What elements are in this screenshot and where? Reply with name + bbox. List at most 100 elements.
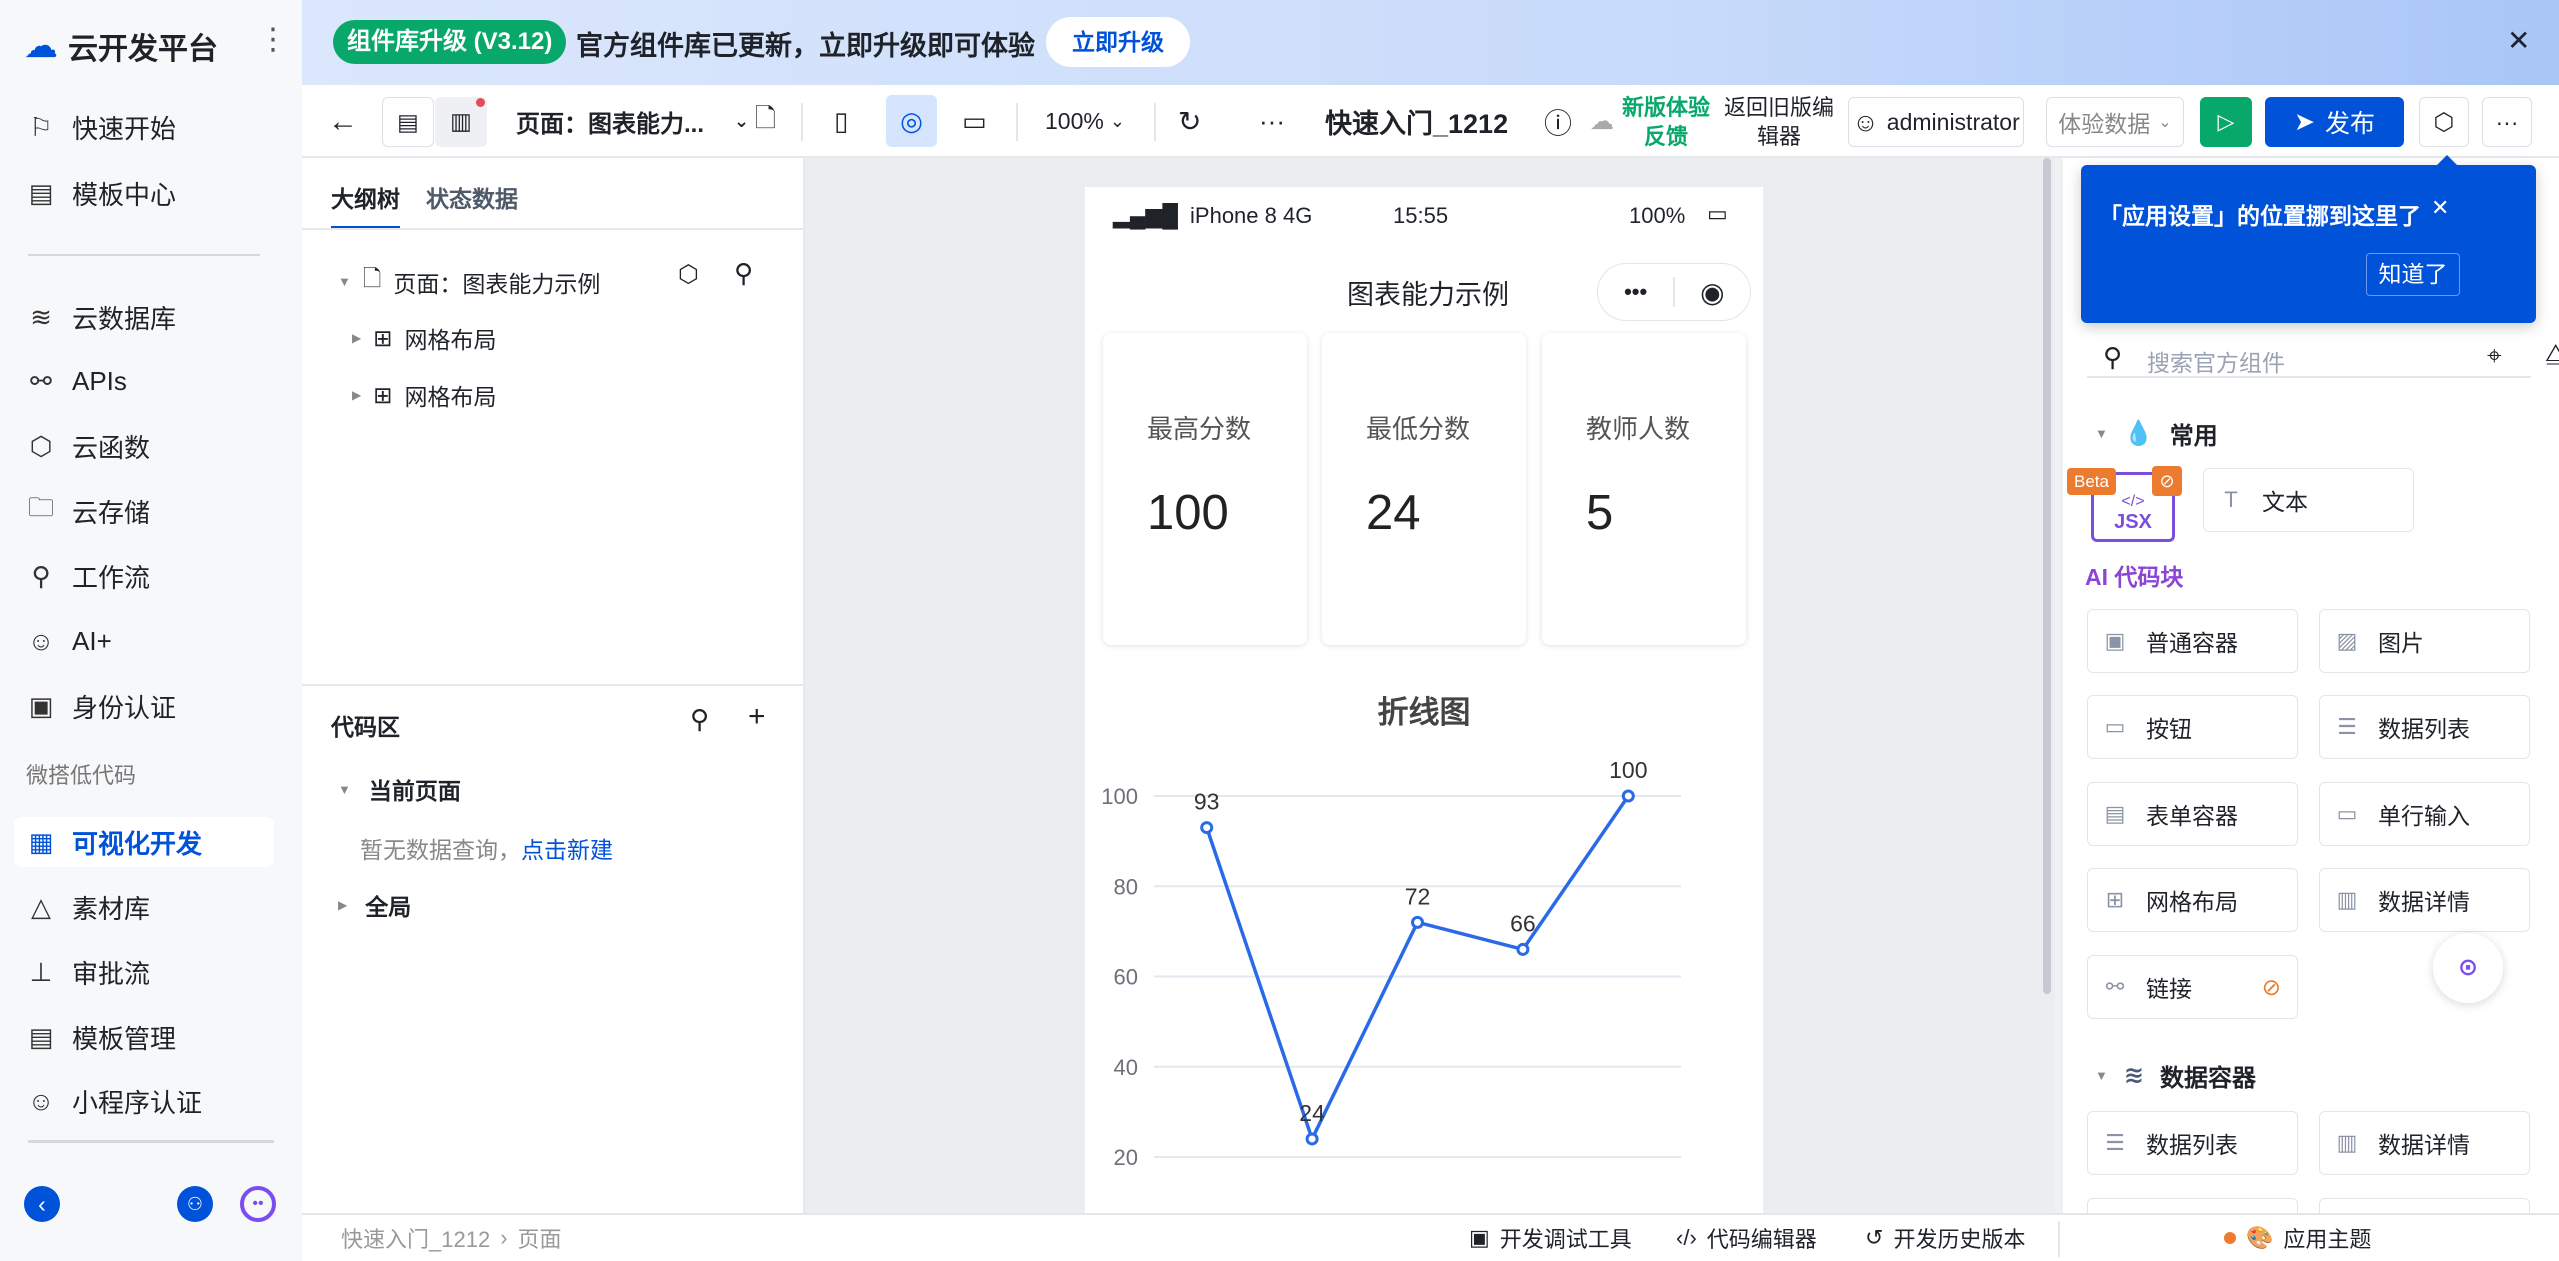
locate-icon[interactable]: ⌖ [2487,340,2502,372]
assistant-icon[interactable]: •• [240,1186,276,1222]
breadcrumb-page[interactable]: 页面 [518,1222,562,1254]
got-it-button[interactable]: 知道了 [2366,253,2460,296]
sidebar-item-template-mgmt[interactable]: ▤ 模板管理 [26,1012,176,1062]
more-icon[interactable]: ⋮ [258,22,288,57]
tree-node-grid[interactable]: ▶ ⊞ 网格布局 [352,378,497,412]
sidebar-item-visual-dev[interactable]: ▦ 可视化开发 [14,817,274,867]
add-icon[interactable]: + [748,700,766,734]
tree-node-grid[interactable]: ▶ ⊞ 网格布局 [352,321,497,355]
tree-node-page[interactable]: ▼ 🗋 页面：图表能力示例 [338,262,600,301]
component-item[interactable]: ☰ 数据列表 [2087,1111,2298,1175]
more-icon[interactable]: ··· [1259,85,1285,158]
sidebar-item-assets[interactable]: △ 素材库 [26,882,150,932]
component-item[interactable]: ▣ 普通容器 [2087,609,2298,673]
label: AI+ [72,625,112,656]
label: 代码编辑器 [1706,1227,1817,1252]
preview-play-button[interactable]: ▷ [2200,97,2252,147]
mobile-preview-icon[interactable]: ▯ [834,85,848,158]
more-dots-icon[interactable]: ••• [1598,279,1673,305]
user-menu[interactable]: ☺ administrator [1848,97,2024,147]
component-item[interactable]: ▭ 单行输入 [2319,782,2530,846]
caret-right-icon: ▶ [338,898,348,912]
component-item[interactable]: ▨ 图片 [2319,609,2530,673]
data-point [1305,1132,1319,1146]
search-icon[interactable]: ⚲ [690,704,709,735]
link-icon: ⚯ [30,365,52,396]
sidebar-item-workflow[interactable]: ⚲ 工作流 [26,551,150,601]
info-icon[interactable]: ⓘ [1544,85,1572,158]
sidebar-item-apis[interactable]: ⚯ APIs [26,356,127,406]
list-icon: ☰ [2337,714,2357,739]
sidebar-item-templates[interactable]: ▤ 模板中心 [26,168,176,218]
sidebar-item-auth[interactable]: ▣ 身份认证 [26,681,176,731]
component-item[interactable]: ▤ 表单容器 [2087,782,2298,846]
component-text[interactable]: T 文本 [2203,468,2414,532]
stat-label: 最高分数 [1147,414,1252,444]
sidebar-item-database[interactable]: ≋ 云数据库 [26,292,176,342]
component-item[interactable]: ▥ 数据详情 [2319,868,2530,932]
feedback-link[interactable]: 新版体验反馈 [1620,93,1712,151]
label: 可视化开发 [72,828,203,859]
group-common[interactable]: ▼ 💧 常用 [2095,416,2218,451]
data-env-select[interactable]: 体验数据 ⌄ [2046,97,2184,147]
shapes-icon[interactable]: ⧋ [2545,340,2559,368]
refresh-icon[interactable]: ↻ [1178,85,1201,158]
tab-state-data[interactable]: 状态数据 [426,180,518,214]
breadcrumb-app[interactable]: 快速入门_1212 [341,1222,490,1254]
publish-label: 发布 [2324,110,2375,138]
outline-view-icon[interactable]: ▤ [382,97,434,147]
label: 身份认证 [72,692,177,723]
app-theme-button[interactable]: 🎨 应用主题 [2224,1215,2371,1261]
old-editor-link[interactable]: 返回旧版编辑器 [1722,93,1836,151]
breadcrumb: 快速入门_1212 › 页面 [341,1215,562,1261]
component-item[interactable]: ⊞ 网格布局 [2087,868,2298,932]
sidebar-item-approval[interactable]: ⊥ 审批流 [26,947,150,997]
username: administrator [1886,108,2020,135]
user-icon[interactable]: ⚇ [177,1186,213,1222]
back-icon[interactable]: ← [328,85,358,158]
group-data-container[interactable]: ▼ ≋ 数据容器 [2095,1058,2256,1093]
component-item[interactable]: ⚯ 链接 ⊘ [2087,955,2298,1019]
code-current-page[interactable]: ▼ 当前页面 [338,772,461,806]
sidebar-item-miniprogram[interactable]: ☺ 小程序认证 [26,1076,202,1126]
app-settings-icon[interactable]: ⬡ [2419,97,2469,147]
zoom-value: 100% [1045,108,1104,134]
label: 模板中心 [72,179,177,210]
assistant-float-button[interactable]: ⊙ [2433,933,2503,1003]
component-search-input[interactable]: 搜索官方组件 [2147,344,2285,378]
add-page-icon[interactable]: 🗋 [755,85,776,158]
close-miniprogram-icon[interactable]: ◉ [1675,276,1750,309]
sidebar-item-functions[interactable]: ⬡ 云函数 [26,421,150,471]
tab-outline[interactable]: 大纲树 [331,180,400,229]
component-item[interactable]: ▥ 数据详情 [2319,1111,2530,1175]
code-editor-button[interactable]: ‹/› 代码编辑器 [1676,1215,1817,1261]
miniprogram-preview-icon[interactable]: ◎ [886,95,937,147]
scrollbar[interactable] [2043,158,2051,994]
desktop-preview-icon[interactable]: ▭ [962,85,987,158]
component-item[interactable]: ☰ 数据列表 [2319,695,2530,759]
label: 按钮 [2146,716,2192,742]
code-global[interactable]: ▶ 全局 [338,888,411,922]
zoom-selector[interactable]: 100% ⌄ [1045,85,1125,158]
label: 普通容器 [2146,630,2238,656]
brand[interactable]: ☁ 云开发平台 [24,24,218,68]
component-item[interactable]: ▭ 按钮 [2087,695,2298,759]
publish-button[interactable]: ➤ 发布 [2265,97,2404,147]
history-button[interactable]: ↺ 开发历史版本 [1865,1215,2025,1261]
close-banner-icon[interactable]: ✕ [2507,24,2530,57]
sidebar-item-storage[interactable]: 🗀 云存储 [26,486,150,536]
sidebar-item-ai[interactable]: ☺ AI+ [26,616,112,666]
upgrade-button[interactable]: 立即升级 [1046,17,1190,67]
label: APIs [72,365,127,396]
collapse-sidebar-button[interactable]: ‹ [24,1186,60,1222]
close-icon[interactable]: ✕ [2431,195,2449,221]
dev-tools-button[interactable]: ▣ 开发调试工具 [1469,1215,1632,1261]
more-icon[interactable]: ··· [2482,97,2532,147]
sidebar-item-quickstart[interactable]: ⚐ 快速开始 [26,102,176,152]
settings-icon[interactable]: ⬡ [678,260,699,289]
create-query-link[interactable]: 点击新建 [521,837,613,863]
search-icon[interactable]: ⚲ [734,258,753,289]
notification-dot [476,98,485,107]
label: 全局 [365,894,412,920]
page-selector[interactable]: 页面：图表能力... ⌄ [516,85,749,158]
